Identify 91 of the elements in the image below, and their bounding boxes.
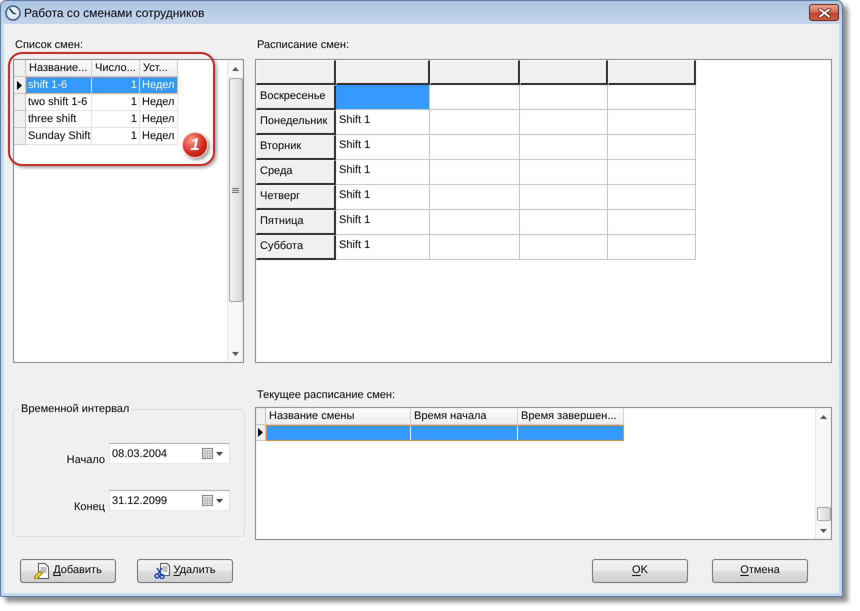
date-field[interactable]: 08.03.2004 <box>109 443 230 464</box>
column-header[interactable]: Время начала <box>411 408 518 425</box>
scroll-down-arrow-icon[interactable] <box>232 352 239 356</box>
delete-button[interactable]: Удалить <box>137 559 233 583</box>
dropdown-arrow-icon[interactable] <box>216 498 223 502</box>
row-header[interactable]: Вторник <box>256 135 336 160</box>
row-pointer-icon <box>17 80 22 90</box>
column-header[interactable]: Время завершен... <box>518 408 624 425</box>
row-header[interactable]: Пятница <box>256 210 336 235</box>
table-row[interactable]: two shift 1-6 1 Недел <box>26 94 178 111</box>
field-label: Начало <box>66 453 105 467</box>
row-indicator <box>14 111 26 128</box>
table-cell[interactable] <box>608 185 696 210</box>
scrollbar-thumb[interactable] <box>816 507 830 521</box>
table-cell[interactable] <box>430 110 520 135</box>
table-row[interactable]: three shift 1 Недел <box>26 111 178 128</box>
table-cell[interactable]: two shift 1-6 <box>26 94 92 111</box>
group-title: Временной интервал <box>20 402 130 416</box>
table-cell[interactable] <box>336 85 430 110</box>
table-cell[interactable]: Sunday Shift <box>26 128 92 145</box>
table-cell[interactable] <box>520 135 608 160</box>
row-header[interactable]: Среда <box>256 160 336 185</box>
row-indicator <box>14 128 26 145</box>
table-cell[interactable]: Shift 1 <box>336 235 430 260</box>
scroll-down-arrow-icon[interactable] <box>820 528 827 532</box>
table-cell[interactable]: Shift 1 <box>336 135 430 160</box>
close-icon <box>818 8 830 18</box>
table-cell[interactable]: Shift 1 <box>336 160 430 185</box>
cancel-button[interactable]: Отмена <box>712 559 808 583</box>
table-cell[interactable] <box>430 235 520 260</box>
dropdown-arrow-icon[interactable] <box>216 452 223 456</box>
table-row[interactable] <box>266 425 624 441</box>
scroll-up-arrow-icon[interactable] <box>232 66 239 70</box>
table-cell[interactable] <box>608 160 696 185</box>
column-header[interactable] <box>608 60 696 85</box>
table-cell[interactable]: 1 <box>92 111 140 128</box>
row-header[interactable]: Воскресенье <box>256 85 336 110</box>
row-header[interactable]: Суббота <box>256 235 336 260</box>
column-header[interactable] <box>520 60 608 85</box>
scissors-document-icon <box>154 563 170 579</box>
ok-button[interactable]: OK <box>592 559 688 583</box>
column-header[interactable] <box>430 60 520 85</box>
table-cell[interactable]: Shift 1 <box>336 210 430 235</box>
column-header[interactable] <box>336 60 430 85</box>
column-header[interactable]: Название смены <box>266 408 411 425</box>
column-header[interactable]: Название... <box>26 60 92 77</box>
scrollbar[interactable] <box>815 408 831 539</box>
table-cell[interactable] <box>430 135 520 160</box>
scrollbar[interactable] <box>227 60 243 362</box>
table-cell[interactable]: 1 <box>92 94 140 111</box>
scrollbar-thumb[interactable] <box>228 78 242 302</box>
column-header[interactable]: Уст... <box>140 60 178 77</box>
table-cell[interactable]: Недел <box>140 111 178 128</box>
table-cell[interactable] <box>520 210 608 235</box>
field-label: Конец <box>74 500 105 514</box>
row-pointer-icon <box>258 428 263 437</box>
table-cell[interactable] <box>520 185 608 210</box>
table-cell[interactable] <box>520 235 608 260</box>
table-cell[interactable] <box>608 85 696 110</box>
row-header[interactable]: Понедельник <box>256 110 336 135</box>
table-cell[interactable]: Недел <box>140 94 178 111</box>
table-cell[interactable] <box>608 210 696 235</box>
table-cell[interactable]: Недел <box>140 128 178 145</box>
grip-icon <box>232 188 239 192</box>
document-pencil-icon <box>34 563 50 579</box>
table-cell[interactable] <box>608 135 696 160</box>
close-button[interactable] <box>809 4 839 21</box>
section-label: Расписание смен: <box>257 38 350 52</box>
section-label: Текущее расписание смен: <box>257 388 396 402</box>
date-field[interactable]: 31.12.2099 <box>109 490 230 511</box>
table-row[interactable]: Sunday Shift 1 Недел <box>26 128 178 145</box>
column-header[interactable]: Число... <box>92 60 140 77</box>
table-cell[interactable] <box>520 160 608 185</box>
add-button[interactable]: Добавить <box>20 559 116 583</box>
window-title: Работа со сменами сотрудников <box>24 6 205 20</box>
table-cell[interactable] <box>520 110 608 135</box>
table-cell[interactable]: Shift 1 <box>336 110 430 135</box>
table-cell[interactable] <box>608 110 696 135</box>
section-label: Список смен: <box>15 38 83 52</box>
table-cell[interactable] <box>430 160 520 185</box>
table-cell[interactable]: Shift 1 <box>336 185 430 210</box>
table-cell[interactable] <box>520 85 608 110</box>
table-cell[interactable] <box>430 85 520 110</box>
table-cell[interactable]: 1 <box>92 128 140 145</box>
table-cell[interactable] <box>430 185 520 210</box>
table-cell[interactable] <box>608 235 696 260</box>
table-cell[interactable] <box>430 210 520 235</box>
clock-icon <box>5 4 21 20</box>
table-cell[interactable]: three shift <box>26 111 92 128</box>
scroll-up-arrow-icon[interactable] <box>820 414 827 418</box>
row-header[interactable]: Четверг <box>256 185 336 210</box>
